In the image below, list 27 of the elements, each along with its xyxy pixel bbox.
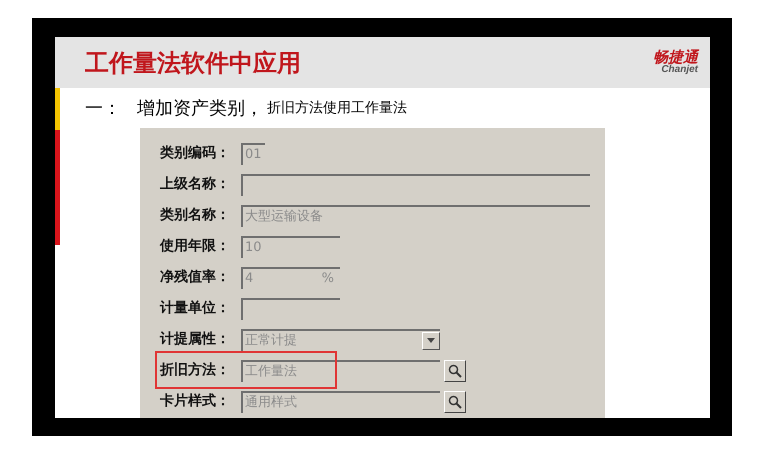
field-label: 净残值率： [160,268,231,287]
input-field[interactable]: 4 % [241,266,340,288]
field-label: 类别编码： [160,144,231,163]
caret-icon [427,338,435,343]
input-field[interactable]: 10 [241,236,340,258]
search-button[interactable] [444,390,466,412]
input-field[interactable]: 01 [241,142,265,164]
slide-title: 工作量法软件中应用 [85,48,301,78]
field-label: 使用年限： [160,237,231,256]
field-label: 类别名称： [160,206,231,225]
heading-text: 增加资产类别， [137,96,263,120]
field-label: 折旧方法： [160,360,231,380]
field-label: 上级名称： [160,175,231,194]
input-field[interactable]: 通用样式 [241,390,440,412]
search-icon [448,394,462,408]
field-label: 计量单位： [160,299,231,318]
heading-number: 一： [85,96,122,120]
input-field[interactable]: 大型运输设备 [241,204,590,226]
input-field[interactable]: 工作量法 [241,360,440,382]
field-label: 计提属性： [160,330,231,349]
dropdown-field[interactable]: 正常计提 [241,328,440,350]
search-icon [448,364,462,378]
search-button[interactable] [444,360,466,382]
logo-text: 畅捷通 [653,50,698,65]
logo-subtext: Chanjet [661,65,698,75]
heading-note: 折旧方法使用工作量法 [267,98,407,118]
field-label: 卡片样式： [160,392,231,411]
